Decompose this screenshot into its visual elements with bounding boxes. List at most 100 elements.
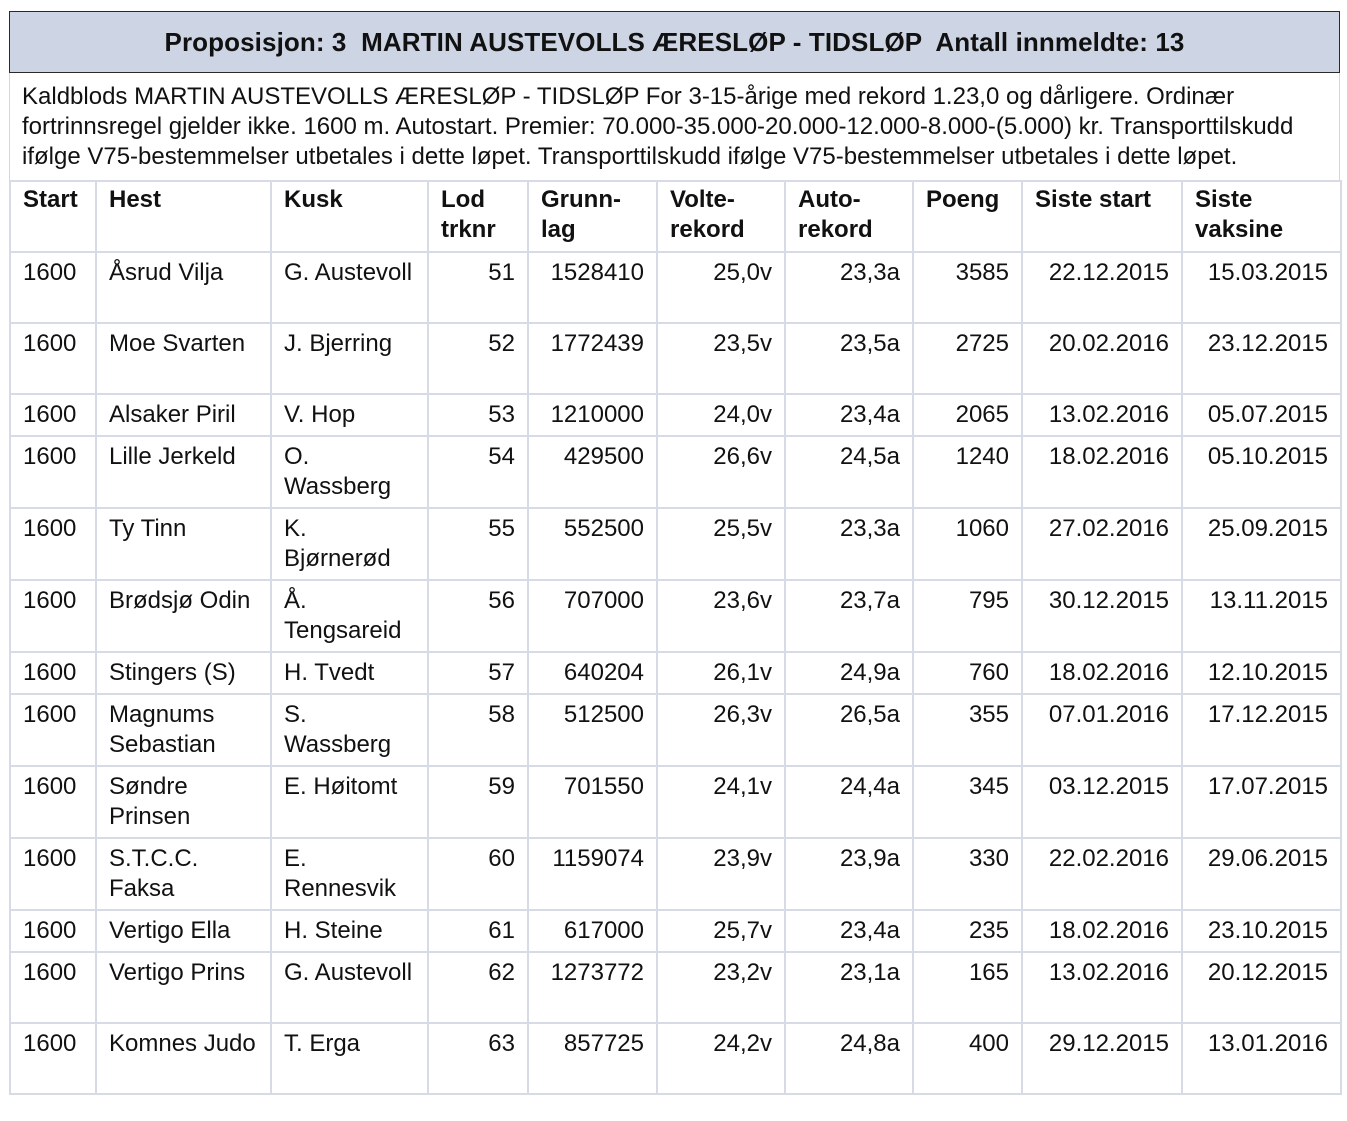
cell-lod-trknr: 56	[427, 579, 529, 653]
cell-lod-trknr: 55	[427, 507, 529, 581]
cell-start: 1600	[9, 765, 97, 839]
cell-poeng: 165	[912, 951, 1023, 1024]
cell-start: 1600	[9, 393, 97, 437]
cell-kusk: E. Høitomt	[270, 765, 429, 839]
cell-autorekord: 24,8a	[784, 1022, 914, 1095]
cell-siste-vaksine: 23.12.2015	[1181, 322, 1342, 395]
cell-hest: Vertigo Prins	[95, 951, 272, 1024]
cell-autorekord: 24,4a	[784, 765, 914, 839]
cell-start: 1600	[9, 909, 97, 953]
cell-siste-vaksine: 20.12.2015	[1181, 951, 1342, 1024]
cell-autorekord: 24,9a	[784, 651, 914, 695]
cell-volterekord: 23,5v	[656, 322, 786, 395]
cell-siste-vaksine: 13.11.2015	[1181, 579, 1342, 653]
table-row: 1600 Åsrud Vilja G. Austevoll 51 1528410 25,0…	[9, 251, 1342, 324]
race-description: Kaldblods MARTIN AUSTEVOLLS ÆRESLØP - TI…	[9, 73, 1340, 180]
cell-grunnlag: 701550	[527, 765, 658, 839]
cell-autorekord: 23,1a	[784, 951, 914, 1024]
cell-start: 1600	[9, 693, 97, 767]
table-row: 1600 Vertigo Ella H. Steine 61 617000 25,7v 23…	[9, 909, 1342, 953]
cell-volterekord: 26,1v	[656, 651, 786, 695]
cell-volterekord: 26,6v	[656, 435, 786, 509]
cell-grunnlag: 1273772	[527, 951, 658, 1024]
cell-siste-start: 13.02.2016	[1021, 393, 1183, 437]
cell-start: 1600	[9, 1022, 97, 1095]
header-poeng: Poeng	[912, 180, 1023, 253]
cell-volterekord: 25,5v	[656, 507, 786, 581]
cell-poeng: 345	[912, 765, 1023, 839]
header-siste-vaksine: Siste vaksine	[1181, 180, 1342, 253]
table-header-row: Start Hest Kusk Lod trknr Grunn-lag Volt…	[9, 180, 1342, 253]
header-volterekord: Volte-rekord	[656, 180, 786, 253]
cell-siste-start: 03.12.2015	[1021, 765, 1183, 839]
cell-hest: Komnes Judo	[95, 1022, 272, 1095]
table-row: 1600 Brødsjø Odin Å. Tengsareid 56 707000 23,…	[9, 579, 1342, 653]
cell-lod-trknr: 60	[427, 837, 529, 911]
proposition-document: Proposisjon: 3 MARTIN AUSTEVOLLS ÆRESLØP…	[9, 11, 1342, 1095]
cell-siste-start: 29.12.2015	[1021, 1022, 1183, 1095]
table-row: 1600 Stingers (S) H. Tvedt 57 640204 26,1v 24,…	[9, 651, 1342, 695]
table-row: 1600 Lille Jerkeld O. Wassberg 54 429500 26,6…	[9, 435, 1342, 509]
header-lod-trknr: Lod trknr	[427, 180, 529, 253]
cell-hest: Alsaker Piril	[95, 393, 272, 437]
cell-grunnlag: 1528410	[527, 251, 658, 324]
cell-siste-vaksine: 25.09.2015	[1181, 507, 1342, 581]
cell-autorekord: 23,3a	[784, 507, 914, 581]
cell-start: 1600	[9, 251, 97, 324]
table-row: 1600 Vertigo Prins G. Austevoll 62 1273772 23…	[9, 951, 1342, 1024]
cell-siste-start: 18.02.2016	[1021, 435, 1183, 509]
cell-start: 1600	[9, 951, 97, 1024]
cell-siste-vaksine: 05.07.2015	[1181, 393, 1342, 437]
cell-start: 1600	[9, 435, 97, 509]
cell-volterekord: 25,7v	[656, 909, 786, 953]
cell-start: 1600	[9, 651, 97, 695]
cell-hest: Brødsjø Odin	[95, 579, 272, 653]
cell-siste-start: 13.02.2016	[1021, 951, 1183, 1024]
cell-siste-start: 22.02.2016	[1021, 837, 1183, 911]
cell-autorekord: 23,5a	[784, 322, 914, 395]
cell-kusk: G. Austevoll	[270, 951, 429, 1024]
cell-lod-trknr: 58	[427, 693, 529, 767]
cell-lod-trknr: 62	[427, 951, 529, 1024]
table-row: 1600 Magnums Sebastian S. Wassberg 58 512500…	[9, 693, 1342, 767]
cell-siste-vaksine: 15.03.2015	[1181, 251, 1342, 324]
cell-kusk: J. Bjerring	[270, 322, 429, 395]
cell-kusk: V. Hop	[270, 393, 429, 437]
cell-siste-vaksine: 05.10.2015	[1181, 435, 1342, 509]
cell-start: 1600	[9, 837, 97, 911]
table-row: 1600 Komnes Judo T. Erga 63 857725 24,2v 24,8a…	[9, 1022, 1342, 1095]
cell-hest: Magnums Sebastian	[95, 693, 272, 767]
cell-kusk: Å. Tengsareid	[270, 579, 429, 653]
cell-volterekord: 23,6v	[656, 579, 786, 653]
cell-siste-vaksine: 13.01.2016	[1181, 1022, 1342, 1095]
cell-kusk: S. Wassberg	[270, 693, 429, 767]
cell-hest: Lille Jerkeld	[95, 435, 272, 509]
cell-hest: Stingers (S)	[95, 651, 272, 695]
cell-grunnlag: 1159074	[527, 837, 658, 911]
cell-poeng: 2725	[912, 322, 1023, 395]
cell-volterekord: 23,9v	[656, 837, 786, 911]
proposition-title: Proposisjon: 3 MARTIN AUSTEVOLLS ÆRESLØP…	[9, 11, 1340, 73]
cell-poeng: 1240	[912, 435, 1023, 509]
cell-grunnlag: 512500	[527, 693, 658, 767]
table-row: 1600 Søndre Prinsen E. Høitomt 59 701550 24,1…	[9, 765, 1342, 839]
cell-start: 1600	[9, 322, 97, 395]
cell-grunnlag: 552500	[527, 507, 658, 581]
cell-grunnlag: 640204	[527, 651, 658, 695]
cell-kusk: K. Bjørnerød	[270, 507, 429, 581]
cell-autorekord: 23,3a	[784, 251, 914, 324]
cell-siste-start: 20.02.2016	[1021, 322, 1183, 395]
cell-kusk: E. Rennesvik	[270, 837, 429, 911]
entries-table: Start Hest Kusk Lod trknr Grunn-lag Volt…	[9, 180, 1342, 1095]
cell-volterekord: 24,2v	[656, 1022, 786, 1095]
cell-hest: Moe Svarten	[95, 322, 272, 395]
cell-volterekord: 24,1v	[656, 765, 786, 839]
cell-siste-vaksine: 17.07.2015	[1181, 765, 1342, 839]
cell-grunnlag: 617000	[527, 909, 658, 953]
cell-lod-trknr: 61	[427, 909, 529, 953]
cell-poeng: 355	[912, 693, 1023, 767]
cell-volterekord: 26,3v	[656, 693, 786, 767]
table-row: 1600 Moe Svarten J. Bjerring 52 1772439 23,5v…	[9, 322, 1342, 395]
cell-siste-start: 27.02.2016	[1021, 507, 1183, 581]
cell-hest: Åsrud Vilja	[95, 251, 272, 324]
